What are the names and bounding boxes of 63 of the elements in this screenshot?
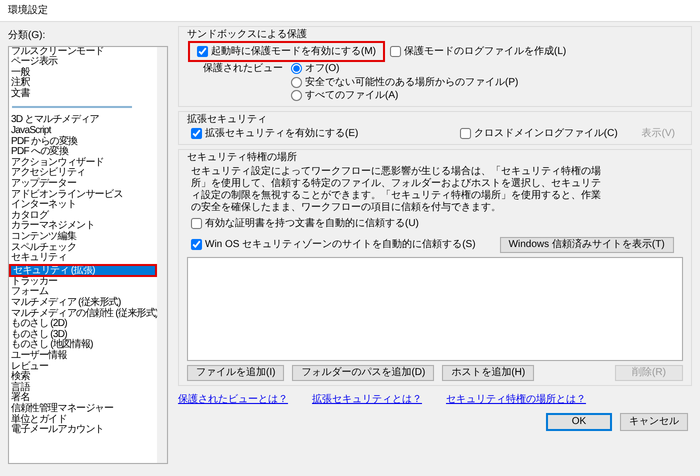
checkbox-label: クロスドメインログファイル(C): [474, 128, 618, 140]
category-item[interactable]: トラッカー: [9, 276, 157, 288]
window-title: 環境設定: [0, 0, 700, 22]
category-item[interactable]: コンテンツ編集: [9, 232, 157, 243]
location-list[interactable]: [187, 256, 683, 361]
group-title: 拡張セキュリティ: [187, 114, 268, 125]
category-item[interactable]: アクションウィザード: [9, 158, 157, 168]
checkbox-label: 有効な証明書を持つ文書を自動的に信頼する(U): [205, 218, 419, 230]
category-item[interactable]: 単位とガイド: [9, 414, 157, 426]
scrollbar[interactable]: [157, 46, 167, 462]
category-item[interactable]: セキュリティ: [9, 253, 157, 264]
category-item[interactable]: スペルチェック: [9, 242, 157, 254]
category-item[interactable]: PDF への変換: [9, 147, 157, 158]
add-button[interactable]: ファイルを追加(I): [187, 364, 284, 381]
category-item[interactable]: 注釈: [9, 78, 157, 89]
category-item[interactable]: 署名: [9, 393, 157, 404]
category-item[interactable]: アドビオンラインサービス: [9, 190, 157, 200]
category-item[interactable]: マルチメディア (従来形式): [9, 298, 157, 309]
checkbox-label: Win OS セキュリティゾーンのサイトを自動的に信頼する(S): [205, 239, 476, 250]
category-item[interactable]: ページ表示: [9, 57, 157, 68]
checkbox-label: 拡張セキュリティを有効にする(E): [205, 128, 358, 140]
category-item[interactable]: フォーム: [9, 287, 157, 298]
category-item[interactable]: アップデーター: [9, 179, 157, 190]
checkbox[interactable]: [460, 128, 471, 140]
help-link[interactable]: セキュリティ特権の場所とは？: [446, 394, 586, 406]
category-item[interactable]: 検索: [9, 372, 157, 383]
help-link[interactable]: 拡張セキュリティとは？: [312, 394, 422, 406]
group-title: セキュリティ特権の場所: [187, 152, 298, 163]
checkbox[interactable]: [390, 46, 401, 57]
category-item[interactable]: カタログ: [9, 210, 157, 222]
checkbox-label: 保護モードのログファイルを作成(L): [404, 46, 566, 57]
checkbox-label: 起動時に保護モードを有効にする(M): [211, 46, 376, 57]
radio-label: すべてのファイル(A): [305, 90, 398, 102]
category-list[interactable]: [8, 46, 168, 464]
category-item[interactable]: 信頼性管理マネージャー: [9, 404, 157, 414]
category-item[interactable]: 文書: [9, 88, 157, 100]
checkbox[interactable]: [191, 218, 202, 230]
radio-button[interactable]: [291, 90, 302, 102]
radio-button[interactable]: [291, 63, 302, 74]
dialog-button[interactable]: OK: [546, 413, 612, 432]
add-button[interactable]: フォルダーのパスを追加(D): [292, 364, 434, 381]
radio-label: オフ(O): [305, 63, 340, 74]
checkbox[interactable]: [191, 239, 202, 250]
category-item[interactable]: カラーマネジメント: [9, 221, 157, 232]
field-label: 保護されたビュー: [203, 63, 283, 76]
category-item[interactable]: ユーザー情報: [9, 350, 157, 362]
category-item[interactable]: 電子メールアカウント: [9, 425, 157, 436]
show-sites-button[interactable]: Windows 信頼済みサイトを表示(T): [500, 236, 674, 253]
category-item[interactable]: インターネット: [9, 200, 157, 211]
radio-label: 安全でない可能性のある場所からのファイル(P): [305, 76, 518, 88]
category-label: 分類(G):: [8, 30, 46, 42]
category-item[interactable]: 3D とマルチメディア: [9, 115, 157, 126]
description-text: セキュリティ設定によってワークフローに悪影響が生じる場合は、「セキュリティ特権の場所」を使用して、信頼する特定のファイル、フォルダーおよびホストを選択し、セキュリティ設定の制限を無視することができます。「セキュリティ特権の場所」を使用すると、作業の安全を確保したまま、ワークフローの項目に信頼を付与できます。: [190, 166, 602, 214]
checkbox[interactable]: [191, 128, 202, 140]
add-button[interactable]: ホストを追加(H): [442, 364, 534, 381]
dialog-button[interactable]: キャンセル: [620, 413, 688, 432]
category-item[interactable]: JavaScript: [9, 126, 157, 137]
help-link[interactable]: 保護されたビューとは？: [178, 394, 288, 406]
category-item[interactable]: ものさし (地図情報): [9, 340, 157, 351]
category-item[interactable]: ものさし (2D): [9, 319, 157, 330]
checkbox[interactable]: [197, 46, 208, 57]
group-title: サンドボックスによる保護: [187, 29, 308, 40]
radio-button[interactable]: [291, 76, 302, 88]
